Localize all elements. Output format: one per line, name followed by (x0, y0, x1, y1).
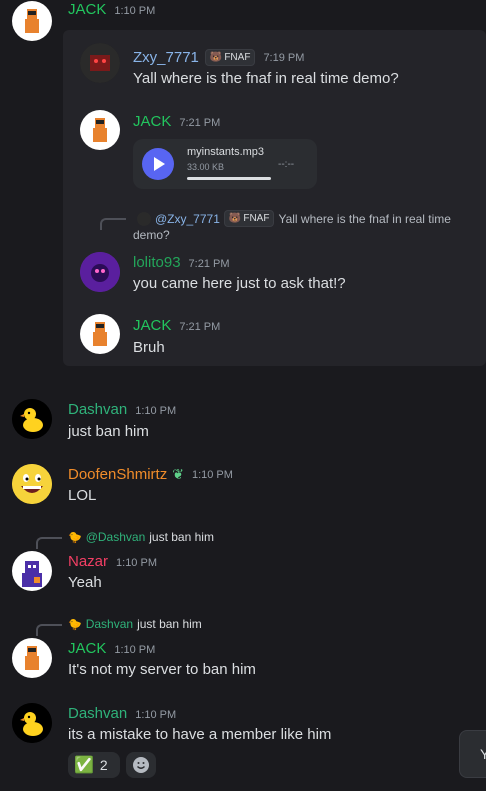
username[interactable]: DoofenShmirtz ❦ 1:10 PM (68, 466, 233, 483)
username[interactable]: Nazar 1:10 PM (68, 553, 157, 570)
username[interactable]: Dashvan 1:10 PM (68, 705, 176, 722)
avatar[interactable] (12, 703, 52, 743)
reply-preview[interactable]: 🐤 @Dashvan just ban him (68, 530, 214, 544)
reaction-count: 2 (99, 757, 108, 773)
timestamp: 7:21 PM (179, 117, 221, 129)
username[interactable]: JACK 7:21 PM (133, 317, 220, 334)
clover-icon: ❦ (172, 466, 184, 482)
avatar[interactable] (12, 638, 52, 678)
bear-icon: 🐻 (209, 52, 223, 63)
username[interactable]: JACK 7:21 PM (133, 113, 220, 130)
play-button[interactable] (142, 148, 174, 180)
corner-popup-text: Y (480, 746, 486, 762)
smiley-icon (133, 757, 149, 773)
username[interactable]: JACK 1:10 PM (68, 1, 155, 18)
guild-tag[interactable]: 🐻 FNAF (204, 49, 256, 66)
corner-popup[interactable]: Y (459, 730, 486, 778)
reply-spine (36, 537, 62, 549)
audio-duration: --:-- (278, 159, 295, 170)
avatar[interactable] (80, 314, 120, 354)
timestamp: 1:10 PM (191, 468, 233, 481)
avatar[interactable] (12, 399, 52, 439)
avatar[interactable] (80, 110, 120, 150)
reply-spine (36, 624, 62, 636)
message-text: LOL (68, 487, 97, 504)
timestamp: 1:10 PM (114, 5, 156, 17)
reply-preview[interactable]: @Zxy_7771 🐻 FNAF Yall where is the fnaf i… (137, 210, 451, 227)
add-reaction-button[interactable] (126, 752, 156, 778)
message-text: Yall where is the fnaf in real time demo… (133, 70, 399, 87)
avatar[interactable] (12, 551, 52, 591)
message-text: its a mistake to have a member like him (68, 726, 332, 743)
timestamp: 1:10 PM (114, 644, 156, 656)
username[interactable]: JACK 1:10 PM (68, 640, 155, 657)
reaction-check[interactable]: ✅ 2 (68, 752, 120, 778)
username[interactable]: Zxy_7771 🐻 FNAF 7:19 PM (133, 49, 304, 66)
message-text: Yeah (68, 574, 102, 591)
duck-icon (12, 703, 52, 743)
reply-spine (100, 218, 126, 230)
avatar[interactable] (12, 464, 52, 504)
username[interactable]: Dashvan 1:10 PM (68, 401, 176, 418)
avatar[interactable] (80, 252, 120, 292)
timestamp: 1:10 PM (116, 557, 157, 569)
message-text: It's not my server to ban him (68, 661, 256, 678)
avatar (137, 211, 151, 226)
guild-tag: 🐻 FNAF (223, 210, 275, 227)
message-text: just ban him (68, 423, 149, 440)
play-icon (154, 157, 165, 171)
avatar[interactable] (12, 1, 52, 41)
check-icon: ✅ (74, 757, 94, 774)
avatar[interactable] (80, 43, 120, 83)
timestamp: 1:10 PM (135, 709, 177, 721)
reply-preview[interactable]: 🐤 Dashvan just ban him (68, 617, 202, 631)
timestamp: 7:21 PM (179, 321, 221, 333)
username[interactable]: lolito93 7:21 PM (133, 254, 230, 271)
timestamp: 7:21 PM (188, 258, 230, 270)
bear-icon: 🐻 (228, 213, 242, 224)
reply-preview-continued: demo? (133, 228, 170, 242)
duck-icon: 🐤 (68, 531, 82, 544)
audio-size: 33.00 KB (187, 162, 225, 172)
audio-progress-bar[interactable] (187, 177, 271, 180)
message-text: you came here just to ask that!? (133, 275, 346, 292)
audio-attachment: myinstants.mp3 33.00 KB --:-- (133, 139, 317, 189)
audio-filename[interactable]: myinstants.mp3 (187, 146, 264, 158)
message-text: Bruh (133, 339, 165, 356)
timestamp: 7:19 PM (263, 51, 305, 64)
timestamp: 1:10 PM (135, 405, 177, 417)
awesome-face-icon (12, 464, 52, 504)
duck-icon (12, 399, 52, 439)
duck-icon: 🐤 (68, 618, 82, 631)
